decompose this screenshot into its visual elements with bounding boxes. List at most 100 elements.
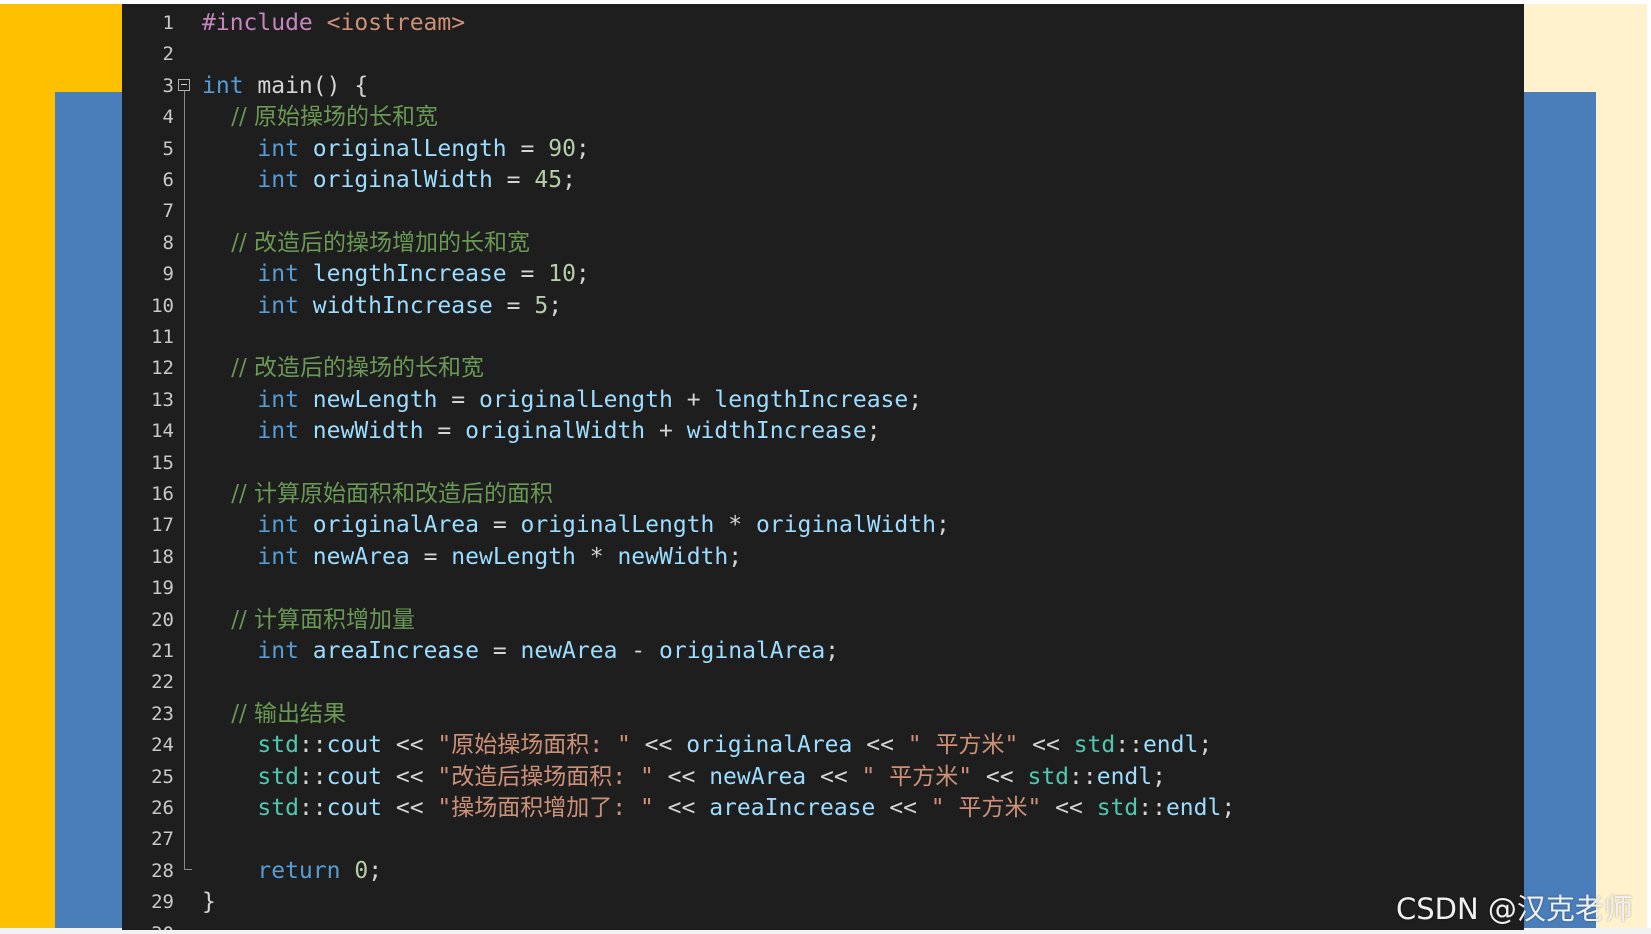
code-token: int <box>257 418 299 445</box>
code-text: std::cout << "改造后操场面积: " << newArea << "… <box>202 762 1166 793</box>
code-line[interactable]: 4 // 原始操场的长和宽 <box>122 102 1524 133</box>
code-line[interactable]: 30 <box>122 919 1524 930</box>
code-token: - <box>617 638 659 664</box>
code-token: << <box>630 732 687 759</box>
code-line[interactable]: 9 int lengthIncrease = 10; <box>122 259 1524 290</box>
code-line[interactable]: 20 // 计算面积增加量 <box>122 605 1524 636</box>
code-token: 45 <box>534 167 563 193</box>
line-number: 28 <box>151 859 174 882</box>
code-line[interactable]: 7 <box>122 196 1524 227</box>
code-token: endl <box>1096 763 1153 790</box>
code-token: lengthIncrease <box>312 261 507 288</box>
code-token: ; <box>866 418 881 445</box>
code-line[interactable]: 1 #include <iostream> <box>122 8 1524 39</box>
code-line[interactable]: 10 int widthIncrease = 5; <box>122 291 1524 322</box>
line-number: 6 <box>162 169 174 191</box>
code-token: newLength <box>451 543 576 570</box>
code-token: = <box>409 543 452 570</box>
code-token: std <box>1027 763 1070 790</box>
code-line[interactable]: 17 int originalArea = originalLength * o… <box>122 510 1524 541</box>
code-line[interactable]: 19 <box>122 573 1524 604</box>
code-token: 0 <box>354 857 369 884</box>
code-token: ; <box>562 167 576 193</box>
code-text: int lengthIncrease = 10; <box>202 259 589 290</box>
code-line[interactable]: 28 return 0; <box>122 856 1524 887</box>
line-number: 16 <box>151 483 174 505</box>
code-token: main() { <box>243 72 369 99</box>
code-line[interactable]: 8 // 改造后的操场增加的长和宽 <box>122 228 1524 259</box>
code-line[interactable]: 23 // 输出结果 <box>122 699 1524 730</box>
watermark: CSDN @汉克老师 <box>1396 892 1633 926</box>
code-text: // 输出结果 <box>202 699 346 730</box>
code-token: " 平方米" <box>907 732 1019 759</box>
code-text: int newArea = newLength * newWidth; <box>202 542 742 573</box>
code-text: std::cout << "原始操场面积: " << originalArea … <box>202 730 1212 761</box>
code-token: = <box>506 135 549 162</box>
code-token: cout <box>326 763 383 790</box>
code-line[interactable]: 24 std::cout << "原始操场面积: " << originalAr… <box>122 730 1524 761</box>
code-line[interactable]: 6 int originalWidth = 45; <box>122 165 1524 196</box>
code-line[interactable]: 12 // 改造后的操场的长和宽 <box>122 353 1524 384</box>
line-number: 1 <box>162 12 174 34</box>
code-text: int originalArea = originalLength * orig… <box>202 510 949 541</box>
code-token: <iostream> <box>326 10 466 36</box>
code-token: originalWidth <box>465 418 646 445</box>
code-token: originalArea <box>312 512 479 539</box>
code-line[interactable]: 27 <box>122 824 1524 855</box>
code-token: areaIncrease <box>312 638 479 664</box>
code-token: endl <box>1142 732 1199 759</box>
code-token: "改造后操场面积: " <box>437 763 654 790</box>
code-line[interactable]: 29} <box>122 887 1524 918</box>
code-line[interactable]: 15 <box>122 448 1524 479</box>
line-number: 22 <box>151 671 174 694</box>
code-token: originalLength <box>478 386 673 413</box>
code-token: ; <box>1198 732 1213 759</box>
code-token: :: <box>298 795 327 821</box>
code-text: #include <iostream> <box>202 8 465 39</box>
line-number: 17 <box>151 514 174 537</box>
code-line[interactable]: 13 int newLength = originalLength + leng… <box>122 385 1524 416</box>
code-token: * <box>714 512 756 539</box>
code-token: = <box>506 261 549 288</box>
code-line[interactable]: 11 <box>122 322 1524 353</box>
code-line[interactable]: 16 // 计算原始面积和改造后的面积 <box>122 479 1524 510</box>
code-token: << <box>1041 795 1097 821</box>
code-text: return 0; <box>202 856 382 887</box>
collapse-icon[interactable] <box>178 78 190 91</box>
line-number: 10 <box>151 294 174 317</box>
line-number: 19 <box>151 577 174 600</box>
line-number: 2 <box>162 43 174 66</box>
code-line[interactable]: 26 std::cout << "操场面积增加了: " << areaIncre… <box>122 793 1524 824</box>
code-token: :: <box>1115 732 1143 759</box>
code-token: = <box>492 167 535 193</box>
code-text: // 改造后的操场的长和宽 <box>202 353 484 384</box>
code-token: ; <box>728 543 743 570</box>
code-line[interactable]: 21 int areaIncrease = newArea - original… <box>122 636 1524 667</box>
code-token: ; <box>575 135 590 162</box>
line-number: 4 <box>162 106 174 129</box>
code-token: int <box>257 135 299 162</box>
code-token: 10 <box>548 261 576 288</box>
code-line[interactable]: 14 int newWidth = originalWidth + widthI… <box>122 416 1524 447</box>
code-token: << <box>852 732 908 759</box>
line-number: 7 <box>162 200 174 223</box>
code-text: // 计算原始面积和改造后的面积 <box>202 479 553 510</box>
code-line[interactable]: 5 int originalLength = 90; <box>122 134 1524 165</box>
code-token: int <box>257 292 299 319</box>
line-number: 3 <box>162 74 174 97</box>
code-line[interactable]: 18 int newArea = newLength * newWidth; <box>122 542 1524 573</box>
code-line[interactable]: 3 int main() { <box>122 71 1524 102</box>
code-line[interactable]: 25 std::cout << "改造后操场面积: " << newArea <… <box>122 762 1524 793</box>
code-line[interactable]: 22 <box>122 667 1524 698</box>
code-token: widthIncrease <box>686 418 867 445</box>
code-token: // 改造后的操场增加的长和宽 <box>202 229 531 256</box>
code-editor[interactable]: 1 #include <iostream> 2 3 int main() {4 // 原… <box>122 4 1524 930</box>
code-line[interactable]: 2 <box>122 39 1524 70</box>
